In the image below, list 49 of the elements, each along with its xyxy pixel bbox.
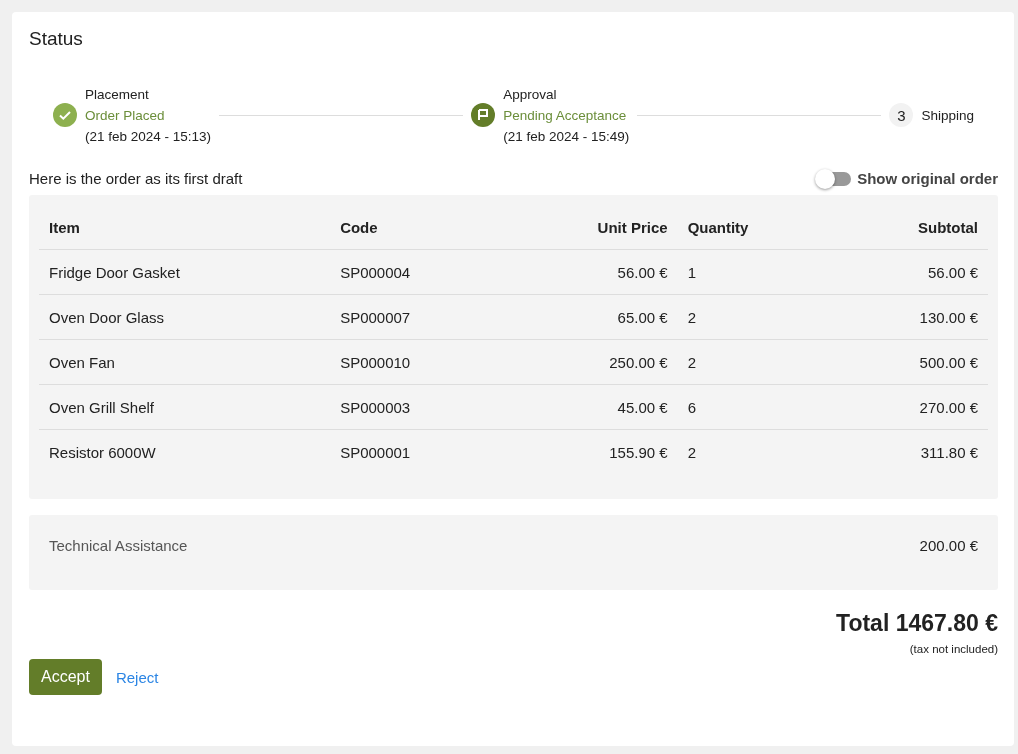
table-cell: 270.00 € bbox=[833, 384, 988, 430]
draft-note: Here is the order as its first draft bbox=[29, 170, 243, 187]
table-cell: Oven Fan bbox=[39, 339, 331, 385]
table-cell: 130.00 € bbox=[833, 294, 988, 340]
extra-label: Technical Assistance bbox=[49, 537, 188, 554]
table-cell: 155.90 € bbox=[503, 429, 678, 474]
column-header: Unit Price bbox=[503, 205, 678, 250]
table-cell: 56.00 € bbox=[833, 249, 988, 295]
reject-link[interactable]: Reject bbox=[115, 668, 159, 686]
step-date: (21 feb 2024 - 15:49) bbox=[503, 127, 630, 146]
extra-amount: 200.00 € bbox=[919, 537, 978, 554]
table-cell: 1 bbox=[677, 249, 834, 295]
check-icon bbox=[53, 103, 77, 127]
column-header: Quantity bbox=[677, 205, 834, 250]
table-cell: SP000007 bbox=[330, 294, 504, 340]
table-cell: 500.00 € bbox=[833, 339, 988, 385]
accept-button[interactable]: Accept bbox=[29, 659, 102, 695]
table-cell: SP000010 bbox=[330, 339, 504, 385]
flag-icon bbox=[471, 103, 496, 127]
table-cell: 2 bbox=[677, 339, 834, 385]
toggle-label: Show original order bbox=[857, 170, 998, 187]
step-status: Pending Acceptance bbox=[503, 106, 628, 125]
table-cell: 311.80 € bbox=[833, 429, 988, 474]
step-status: Order Placed bbox=[85, 106, 166, 125]
table-cell: 56.00 € bbox=[503, 249, 678, 295]
table-cell: SP000001 bbox=[330, 429, 504, 474]
column-header: Code bbox=[330, 205, 504, 250]
step-date: (21 feb 2024 - 15:13) bbox=[85, 127, 212, 146]
table-cell: 2 bbox=[677, 294, 834, 340]
table-cell: 45.00 € bbox=[503, 384, 678, 430]
table-cell: 65.00 € bbox=[503, 294, 678, 340]
column-header: Subtotal bbox=[833, 205, 988, 250]
step-label: Shipping bbox=[921, 106, 974, 125]
total-amount: Total 1467.80 € bbox=[836, 610, 998, 637]
step-label: Placement bbox=[85, 85, 150, 104]
table-cell: Oven Door Glass bbox=[39, 294, 331, 340]
tax-note: (tax not included) bbox=[908, 643, 998, 655]
table-cell: Fridge Door Gasket bbox=[39, 249, 331, 295]
column-header: Item bbox=[39, 205, 331, 250]
table-cell: 6 bbox=[677, 384, 834, 430]
table-cell: Resistor 6000W bbox=[39, 429, 331, 474]
table-cell: 2 bbox=[677, 429, 834, 474]
table-cell: Oven Grill Shelf bbox=[39, 384, 331, 430]
table-cell: SP000003 bbox=[330, 384, 504, 430]
step-label: Approval bbox=[503, 85, 558, 104]
step-number: 3 bbox=[889, 103, 914, 127]
table-cell: 250.00 € bbox=[503, 339, 678, 385]
table-cell: SP000004 bbox=[330, 249, 504, 295]
page-title: Status bbox=[29, 28, 84, 50]
